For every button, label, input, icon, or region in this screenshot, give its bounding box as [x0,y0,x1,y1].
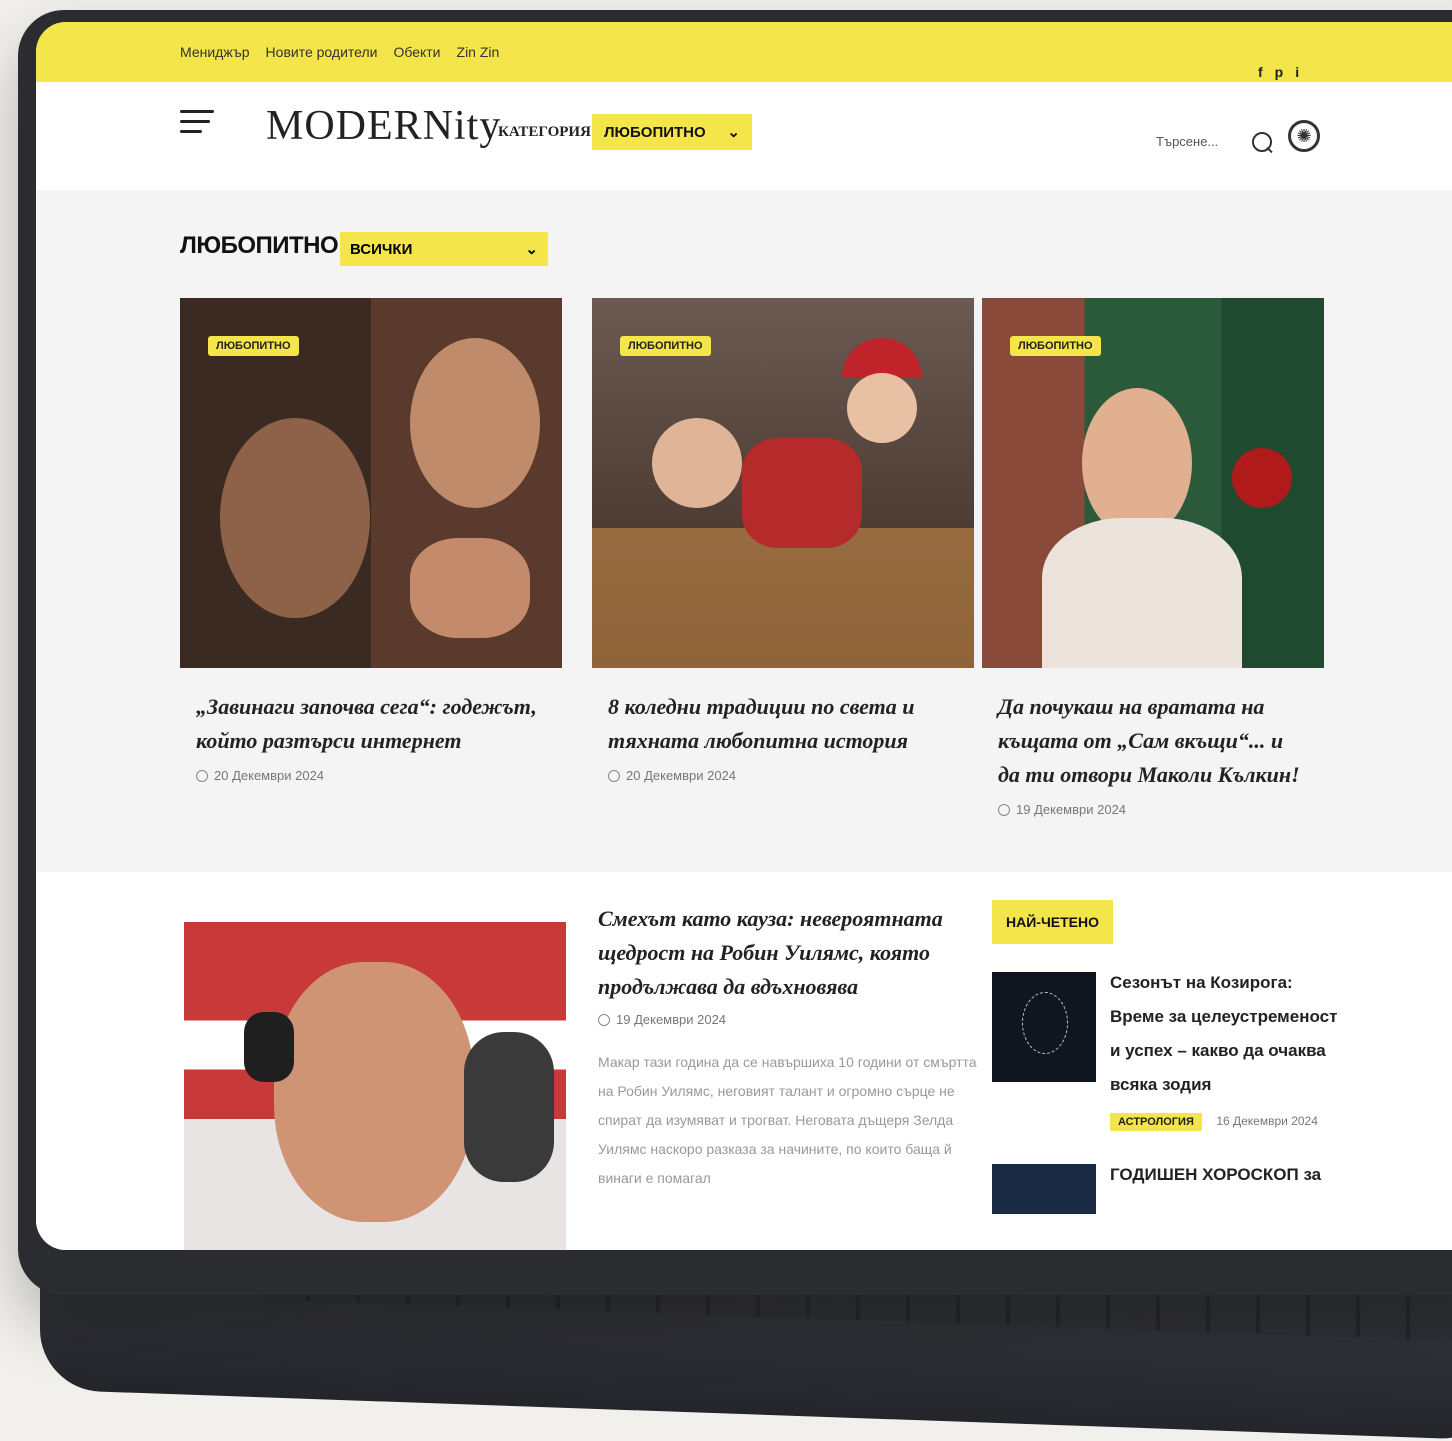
category-value: ЛЮБОПИТНО [604,123,706,141]
most-read-label: НАЙ-ЧЕТЕНО [992,900,1114,944]
article-meta: 20 Декември 2024 [196,768,546,783]
filter-value: ВСИЧКИ [350,240,413,258]
article-image[interactable]: ЛЮБОПИТНО [592,298,974,668]
filter-select[interactable]: ВСИЧКИ ⌄ [340,232,548,266]
clock-icon [998,803,1010,816]
category-badge[interactable]: АСТРОЛОГИЯ [1110,1113,1202,1131]
featured-date: 19 Декември 2024 [616,1012,727,1027]
article-card[interactable]: ЛЮБОПИТНО 8 коледни традиции по света и … [592,298,974,783]
article-card[interactable]: ЛЮБОПИТНО Да почукаш на вратата на къщат… [982,298,1324,817]
clock-icon [196,769,208,782]
most-read-thumb[interactable] [992,972,1096,1082]
most-read-title[interactable]: Сезонът на Козирога: Време за целеустрем… [1110,966,1350,1102]
article-meta: 19 Декември 2024 [998,802,1308,817]
toplink-zinzin[interactable]: Zin Zin [457,44,500,60]
most-read-thumb[interactable] [992,1164,1096,1214]
clock-icon [608,769,620,782]
most-read-date: 16 Декември 2024 [1216,1114,1318,1128]
clock-icon [598,1013,610,1026]
featured-meta: 19 Декември 2024 [598,1012,726,1027]
facebook-icon[interactable]: f [1258,64,1263,80]
most-read-item[interactable]: Сезонът на Козирога: Време за целеустрем… [992,966,1372,1146]
chevron-down-icon: ⌄ [727,124,740,141]
article-date: 20 Декември 2024 [214,768,325,783]
article-title[interactable]: „Завинаги започва сега“: годежът, който … [196,690,546,758]
category-badge[interactable]: ЛЮБОПИТНО [1010,336,1101,356]
instagram-icon[interactable]: i [1295,64,1299,80]
article-image[interactable]: ЛЮБОПИТНО [982,298,1324,668]
category-label: КАТЕГОРИЯ: [498,124,596,140]
menu-icon[interactable] [180,110,214,140]
article-date: 20 Декември 2024 [626,768,737,783]
featured-excerpt: Макар тази година да се навършиха 10 год… [598,1054,977,1186]
article-title[interactable]: Да почукаш на вратата на къщата от „Сам … [998,690,1308,792]
article-title[interactable]: 8 коледни традиции по света и тяхната лю… [608,690,958,758]
screen: Мениджър Новите родители Обекти Zin Zin … [36,22,1452,1250]
category-badge[interactable]: ЛЮБОПИТНО [620,336,711,356]
most-read-item[interactable]: ГОДИШЕН ХОРОСКОП за [992,1158,1372,1218]
article-card[interactable]: ЛЮБОПИТНО „Завинаги започва сега“: годеж… [180,298,562,783]
chevron-down-icon: ⌄ [525,241,538,258]
page-title: ЛЮБОПИТНО / [180,232,351,259]
search-input[interactable]: Търсене... [1156,134,1218,149]
toplink-parents[interactable]: Новите родители [266,44,378,60]
gear-icon[interactable]: ✺ [1288,120,1320,152]
category-select[interactable]: ЛЮБОПИТНО ⌄ [592,114,752,150]
article-date: 19 Декември 2024 [1016,802,1127,817]
featured-title[interactable]: Смехът като кауза: невероятната щедрост … [598,902,978,1004]
toplink-objects[interactable]: Обекти [393,44,440,60]
top-links: Мениджър Новите родители Обекти Zin Zin [180,44,499,60]
article-image[interactable]: ЛЮБОПИТНО [180,298,562,668]
search-icon[interactable] [1252,132,1272,152]
toplink-manager[interactable]: Мениджър [180,44,250,60]
social-links: f p i [1258,64,1299,80]
most-read-meta: АСТРОЛОГИЯ 16 Декември 2024 [1110,1112,1318,1131]
article-meta: 20 Декември 2024 [608,768,958,783]
category-badge[interactable]: ЛЮБОПИТНО [208,336,299,356]
most-read-title[interactable]: ГОДИШЕН ХОРОСКОП за [1110,1158,1350,1192]
featured-image[interactable] [184,922,566,1250]
pinterest-icon[interactable]: p [1275,64,1284,80]
site-logo[interactable]: MODERNity [266,102,501,150]
